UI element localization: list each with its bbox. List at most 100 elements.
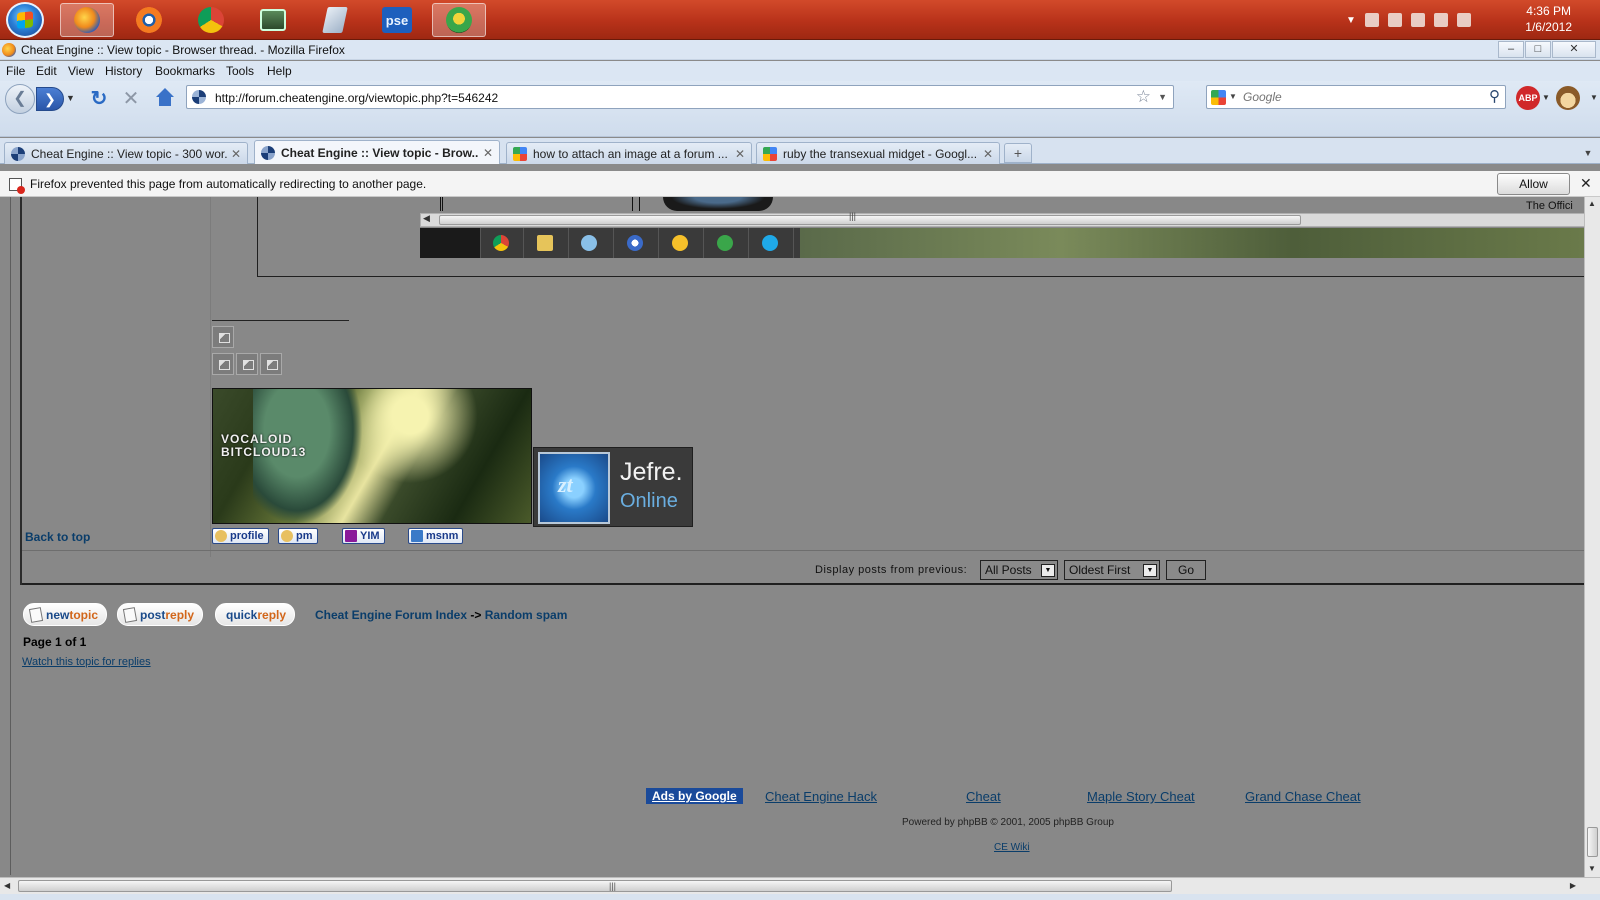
ad-link-cheat-engine-hack[interactable]: Cheat Engine Hack bbox=[765, 789, 877, 804]
search-engine-dropdown-icon[interactable]: ▼ bbox=[1229, 92, 1237, 101]
smiley-icon bbox=[672, 235, 688, 251]
post-reply-label-a: post bbox=[140, 607, 166, 622]
period-select[interactable]: All Posts ▼ bbox=[980, 560, 1058, 580]
ce-wiki-link[interactable]: CE Wiki bbox=[994, 842, 1030, 853]
taskbar-monitor[interactable] bbox=[246, 3, 300, 37]
url-history-dropdown-icon[interactable]: ▼ bbox=[1158, 92, 1167, 102]
menu-help[interactable]: Help bbox=[267, 64, 292, 78]
forward-button[interactable]: ❯ bbox=[36, 87, 64, 111]
window-titlebar: Cheat Engine :: View topic - Browser thr… bbox=[0, 40, 1600, 60]
taskbar-blender[interactable] bbox=[122, 3, 176, 37]
forum-index-link[interactable]: Cheat Engine Forum Index bbox=[315, 608, 467, 622]
power-icon[interactable] bbox=[1456, 13, 1471, 27]
embedded-scrollbar-image: ◀ ||| bbox=[420, 211, 1584, 227]
msnm-button[interactable]: msnm bbox=[408, 528, 464, 544]
arrow-up-icon[interactable]: ▲ bbox=[1588, 199, 1596, 208]
tab-cheat-engine-300-words[interactable]: Cheat Engine :: View topic - 300 wor... … bbox=[4, 142, 248, 164]
system-clock[interactable]: 4:36 PM 1/6/2012 bbox=[1525, 3, 1572, 35]
new-tab-button[interactable]: + bbox=[1004, 143, 1032, 163]
breadcrumb: Cheat Engine Forum Index -> Random spam bbox=[315, 608, 567, 622]
close-tab-icon[interactable]: ✕ bbox=[483, 146, 495, 160]
page-content: The Offici ◀ ||| VOCALOID BITCLOUD13 zt … bbox=[0, 197, 1584, 877]
arrow-down-icon[interactable]: ▼ bbox=[1588, 864, 1596, 873]
taskbar-firefox[interactable] bbox=[60, 3, 114, 37]
close-tab-icon[interactable]: ✕ bbox=[231, 147, 243, 161]
pm-button[interactable]: pm bbox=[278, 528, 318, 544]
site-identity-icon[interactable] bbox=[192, 90, 206, 104]
ad-link-maple-story-cheat[interactable]: Maple Story Cheat bbox=[1087, 789, 1195, 804]
adblock-dropdown-icon[interactable]: ▼ bbox=[1542, 93, 1550, 102]
order-select[interactable]: Oldest First ▼ bbox=[1064, 560, 1160, 580]
post-reply-button[interactable]: post reply bbox=[117, 603, 204, 626]
home-button[interactable] bbox=[154, 87, 176, 109]
minimize-button[interactable]: – bbox=[1498, 41, 1524, 58]
reload-button[interactable]: ↻ bbox=[88, 88, 110, 110]
taskbar-notepad[interactable] bbox=[308, 3, 362, 37]
speaker-icon[interactable] bbox=[1364, 13, 1379, 27]
yim-button[interactable]: YIM bbox=[342, 528, 385, 544]
start-button[interactable] bbox=[6, 2, 44, 38]
search-bar: ▼ ⚲ bbox=[1206, 85, 1506, 109]
ad-link-cheat[interactable]: Cheat bbox=[966, 789, 1001, 804]
taskbar-photoshop[interactable]: pse bbox=[370, 3, 424, 37]
tab-cheat-engine-browser-thread[interactable]: Cheat Engine :: View topic - Brow... ✕ bbox=[254, 140, 500, 164]
vertical-scrollbar[interactable]: ▲ ▼ bbox=[1584, 197, 1600, 877]
random-spam-link[interactable]: Random spam bbox=[485, 608, 568, 622]
taskbar-chrome[interactable] bbox=[184, 3, 238, 37]
google-icon[interactable] bbox=[1211, 90, 1226, 105]
menu-bookmarks[interactable]: Bookmarks bbox=[155, 64, 215, 78]
menu-edit[interactable]: Edit bbox=[36, 64, 57, 78]
ad-link-grand-chase-cheat[interactable]: Grand Chase Cheat bbox=[1245, 789, 1361, 804]
close-window-button[interactable]: ✕ bbox=[1552, 41, 1596, 58]
stop-button[interactable]: ✕ bbox=[120, 88, 142, 110]
url-bar[interactable]: http://forum.cheatengine.org/viewtopic.p… bbox=[186, 85, 1174, 109]
search-input[interactable] bbox=[1243, 89, 1473, 105]
list-all-tabs-button[interactable]: ▼ bbox=[1578, 143, 1598, 163]
network-icon[interactable] bbox=[1387, 13, 1402, 27]
menu-tools[interactable]: Tools bbox=[226, 64, 254, 78]
ads-by-google-link[interactable]: Ads by Google bbox=[646, 788, 743, 804]
tray-expand-icon[interactable]: ▼ bbox=[1346, 15, 1356, 26]
close-tab-icon[interactable]: ✕ bbox=[983, 147, 995, 161]
horizontal-scroll-thumb[interactable]: ||| bbox=[18, 880, 1172, 892]
back-button[interactable]: ❮ bbox=[5, 84, 35, 114]
security-icon[interactable] bbox=[1410, 13, 1425, 27]
msnm-button-label: msnm bbox=[426, 530, 459, 542]
back-to-top-link[interactable]: Back to top bbox=[25, 530, 90, 544]
watch-topic-link[interactable]: Watch this topic for replies bbox=[22, 656, 151, 668]
arrow-right-icon[interactable]: ▶ bbox=[1570, 881, 1576, 890]
reply-document-icon bbox=[122, 606, 138, 623]
clock-time: 4:36 PM bbox=[1526, 4, 1571, 18]
menu-history[interactable]: History bbox=[105, 64, 142, 78]
photoshop-elements-icon: pse bbox=[382, 7, 412, 33]
allow-button[interactable]: Allow bbox=[1497, 173, 1570, 195]
go-button[interactable]: Go bbox=[1166, 560, 1206, 580]
close-tab-icon[interactable]: ✕ bbox=[735, 147, 747, 161]
tab-google-search[interactable]: ruby the transexual midget - Googl... ✕ bbox=[756, 142, 1000, 164]
volume-icon[interactable] bbox=[1433, 13, 1448, 27]
horizontal-scrollbar[interactable]: ◀ ||| ▶ bbox=[0, 877, 1600, 894]
close-notification-icon[interactable]: ✕ bbox=[1580, 175, 1592, 192]
online-status-card: Jefre. Online bbox=[533, 447, 693, 527]
new-topic-button[interactable]: new topic bbox=[23, 603, 108, 626]
menu-view[interactable]: View bbox=[68, 64, 94, 78]
pm-button-label: pm bbox=[296, 530, 313, 542]
menu-file[interactable]: File bbox=[6, 64, 25, 78]
tab-google-attach-image[interactable]: how to attach an image at a forum ... ✕ bbox=[506, 142, 752, 164]
restore-button[interactable]: □ bbox=[1525, 41, 1551, 58]
greasemonkey-dropdown-icon[interactable]: ▼ bbox=[1590, 93, 1598, 102]
history-dropdown-icon[interactable]: ▼ bbox=[66, 93, 75, 103]
quick-reply-button[interactable]: quick reply bbox=[215, 603, 296, 626]
vertical-scroll-thumb[interactable] bbox=[1587, 827, 1598, 857]
arrow-left-icon[interactable]: ◀ bbox=[4, 881, 10, 890]
bookmark-star-icon[interactable]: ☆ bbox=[1136, 87, 1151, 107]
people-icon bbox=[581, 235, 597, 251]
profile-button[interactable]: profile bbox=[212, 528, 269, 544]
taskbar-game[interactable] bbox=[432, 3, 486, 37]
adblock-plus-button[interactable]: ABP bbox=[1516, 86, 1540, 110]
url-text[interactable]: http://forum.cheatengine.org/viewtopic.p… bbox=[215, 91, 498, 105]
greasemonkey-icon[interactable] bbox=[1556, 86, 1580, 110]
taskbar-separator bbox=[613, 228, 614, 258]
search-icon[interactable]: ⚲ bbox=[1489, 87, 1500, 105]
quick-reply-label-b: reply bbox=[257, 607, 287, 622]
